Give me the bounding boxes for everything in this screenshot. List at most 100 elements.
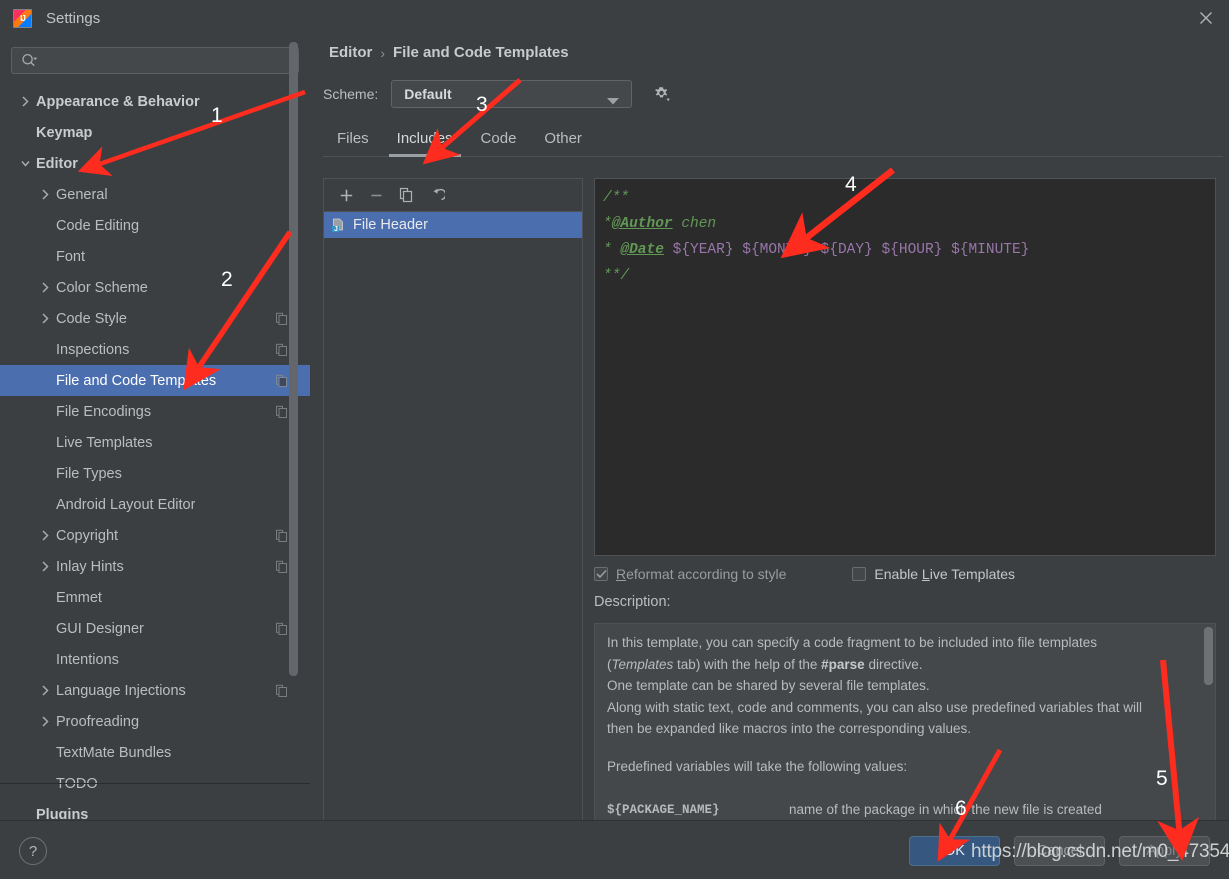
checkbox-enable-live-templates[interactable]: Enable Live Templates (852, 566, 1015, 582)
copyable-scope-icon (275, 684, 288, 697)
copy-template-button[interactable] (392, 182, 420, 208)
sidebar-item-appearance-behavior[interactable]: Appearance & Behavior (0, 86, 310, 117)
intellij-idea-logo-icon (13, 9, 32, 28)
sidebar-item-general[interactable]: General (0, 179, 310, 210)
sidebar-item-font[interactable]: Font (0, 241, 310, 272)
search-box[interactable] (11, 47, 299, 74)
template-list-panel: JFile Header (323, 178, 583, 843)
sidebar-item-language-injections[interactable]: Language Injections (0, 675, 310, 706)
sidebar-item-file-types[interactable]: File Types (0, 458, 310, 489)
copyable-scope-icon (275, 405, 288, 418)
description-text: In this template, you can specify a code… (595, 624, 1215, 845)
sidebar-item-emmet[interactable]: Emmet (0, 582, 310, 613)
gear-icon[interactable] (652, 85, 671, 104)
sidebar-item-label: Live Templates (56, 435, 152, 451)
sidebar-item-intentions[interactable]: Intentions (0, 644, 310, 675)
sidebar-item-android-layout-editor[interactable]: Android Layout Editor (0, 489, 310, 520)
title-bar: Settings (0, 0, 1229, 36)
code-token-var: ${YEAR} ${MONTH} ${DAY} ${HOUR} ${MINUTE… (673, 242, 1030, 258)
sidebar-scrollbar-thumb[interactable] (289, 42, 298, 676)
description-panel[interactable]: In this template, you can specify a code… (594, 623, 1216, 845)
sidebar-item-file-encodings[interactable]: File Encodings (0, 396, 310, 427)
template-list-toolbar[interactable] (324, 179, 582, 212)
search-icon (21, 53, 38, 68)
chevron-down-icon[interactable] (18, 157, 32, 171)
sidebar-item-label: File Encodings (56, 404, 151, 420)
checkbox-label: Reformat according to style (616, 566, 786, 582)
sidebar-item-label: Keymap (36, 125, 92, 141)
list-item[interactable]: JFile Header (324, 212, 582, 238)
code-token-comment (664, 242, 673, 258)
sidebar-item-label: Appearance & Behavior (36, 94, 200, 110)
chevron-right-icon[interactable] (38, 312, 52, 326)
reset-template-button[interactable] (422, 182, 450, 208)
scheme-select[interactable]: Default (391, 80, 632, 108)
checkbox-unchecked-icon[interactable] (852, 567, 866, 581)
sidebar-item-live-templates[interactable]: Live Templates (0, 427, 310, 458)
sidebar-item-textmate-bundles[interactable]: TextMate Bundles (0, 737, 310, 768)
close-icon[interactable] (1183, 0, 1229, 36)
sidebar-item-inlay-hints[interactable]: Inlay Hints (0, 551, 310, 582)
sidebar-item-proofreading[interactable]: Proofreading (0, 706, 310, 737)
tab-code[interactable]: Code (467, 130, 531, 156)
sidebar-item-code-editing[interactable]: Code Editing (0, 210, 310, 241)
sidebar-scrollbar-track[interactable] (295, 36, 304, 819)
breadcrumb-current: File and Code Templates (393, 44, 569, 61)
code-token-comment: * (603, 216, 612, 232)
tab-files[interactable]: Files (323, 130, 383, 156)
chevron-right-icon[interactable] (18, 95, 32, 109)
settings-tree[interactable]: Appearance & Behavior Keymap Editor General… (0, 86, 310, 819)
checkbox-reformat-according-to-style[interactable]: Reformat according to style (594, 566, 786, 582)
sidebar-item-file-and-code-templates[interactable]: File and Code Templates (0, 365, 310, 396)
description-scrollbar-thumb[interactable] (1204, 627, 1213, 685)
code-token-doctag: @Date (620, 242, 664, 258)
description-label: Description: (594, 594, 671, 610)
template-editor[interactable]: /***@Author chen* @Date ${YEAR} ${MONTH}… (594, 178, 1216, 556)
template-list[interactable]: JFile Header (324, 212, 582, 238)
sidebar-item-label: Code Style (56, 311, 127, 327)
sidebar-item-label: General (56, 187, 108, 203)
copyable-scope-icon (275, 529, 288, 542)
sidebar-item-keymap[interactable]: Keymap (0, 117, 310, 148)
add-template-button[interactable] (332, 182, 360, 208)
sidebar-item-label: Inspections (56, 342, 129, 358)
sidebar-item-copyright[interactable]: Copyright (0, 520, 310, 551)
sidebar-item-label: Color Scheme (56, 280, 148, 296)
chevron-right-icon[interactable] (38, 715, 52, 729)
settings-sidebar[interactable]: Appearance & Behavior Keymap Editor General… (0, 36, 310, 819)
tab-includes[interactable]: Includes (383, 130, 467, 156)
tab-other[interactable]: Other (530, 130, 596, 156)
template-tabs[interactable]: FilesIncludesCodeOther (323, 124, 1223, 157)
remove-template-button[interactable] (362, 182, 390, 208)
chevron-right-icon[interactable] (38, 188, 52, 202)
chevron-right-icon[interactable] (38, 281, 52, 295)
description-line: One template can be shared by several fi… (607, 675, 1203, 697)
copyable-scope-icon (275, 560, 288, 573)
sidebar-item-color-scheme[interactable]: Color Scheme (0, 272, 310, 303)
help-button[interactable]: ? (19, 837, 47, 865)
scheme-row: Scheme: Default (323, 80, 671, 108)
chevron-right-icon[interactable] (38, 684, 52, 698)
template-code[interactable]: /***@Author chen* @Date ${YEAR} ${MONTH}… (595, 179, 1215, 289)
sidebar-item-code-style[interactable]: Code Style (0, 303, 310, 334)
sidebar-item-editor[interactable]: Editor (0, 148, 310, 179)
chevron-down-icon (607, 92, 619, 110)
settings-content: Editor › File and Code Templates Scheme:… (311, 36, 1229, 819)
sidebar-item-label: TextMate Bundles (56, 745, 171, 761)
description-line: Along with static text, code and comment… (607, 697, 1203, 719)
breadcrumb-parent[interactable]: Editor (329, 44, 372, 61)
description-line: (Templates tab) with the help of the #pa… (607, 654, 1203, 676)
copyable-scope-icon (275, 374, 288, 387)
chevron-right-icon[interactable] (38, 560, 52, 574)
sidebar-item-gui-designer[interactable]: GUI Designer (0, 613, 310, 644)
search-input[interactable] (38, 53, 298, 68)
checkbox-checked-icon[interactable] (594, 567, 608, 581)
java-file-icon: J (331, 218, 346, 233)
copyable-scope-icon (275, 312, 288, 325)
code-line: * @Date ${YEAR} ${MONTH} ${DAY} ${HOUR} … (603, 237, 1215, 263)
template-options[interactable]: Reformat according to style Enable Live T… (594, 563, 1216, 585)
code-token-comment: **/ (603, 268, 629, 284)
sidebar-item-plugins[interactable]: Plugins (0, 799, 310, 819)
sidebar-item-inspections[interactable]: Inspections (0, 334, 310, 365)
chevron-right-icon[interactable] (38, 529, 52, 543)
